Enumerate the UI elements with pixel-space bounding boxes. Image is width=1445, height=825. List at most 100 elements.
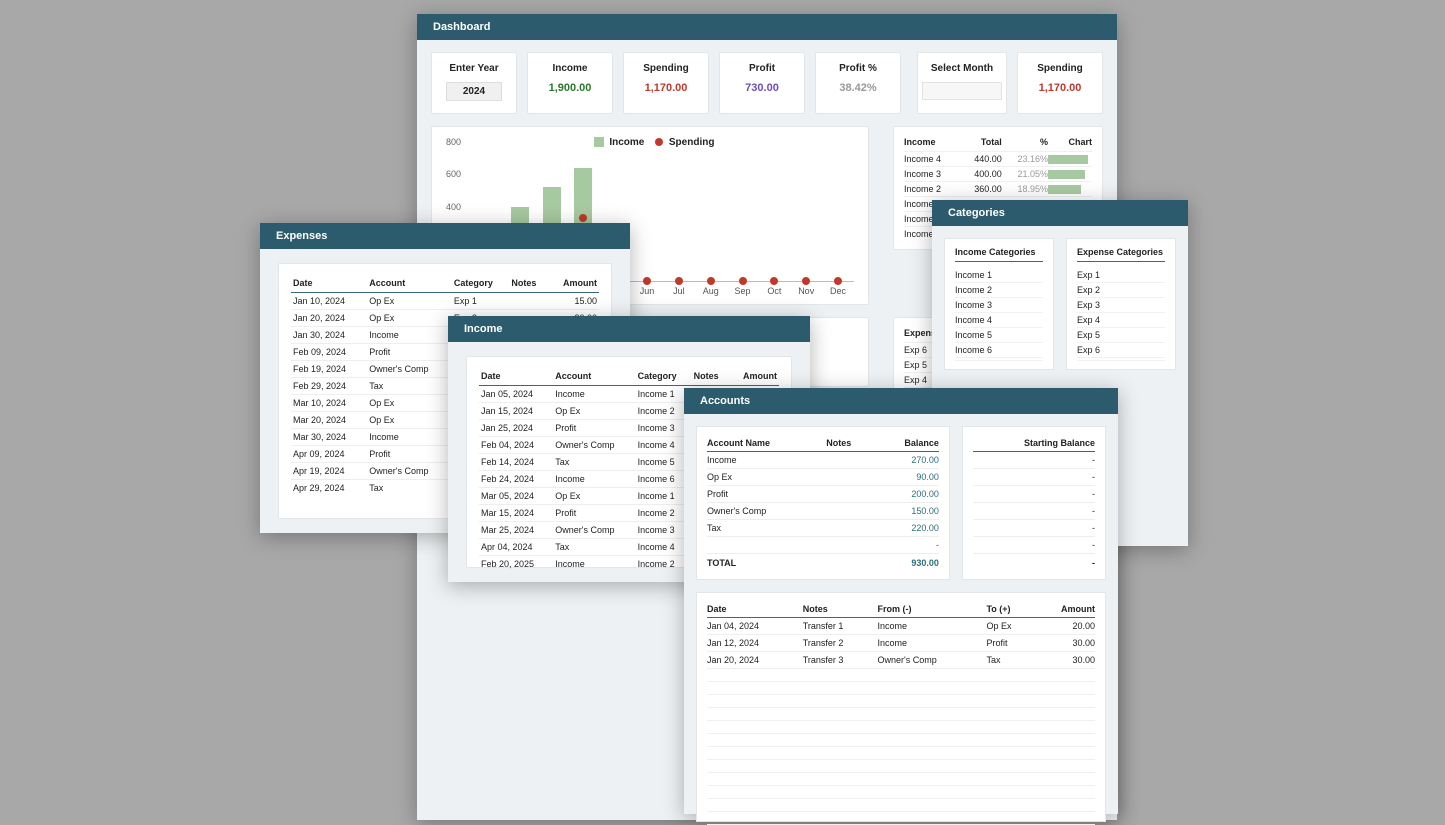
expense-row[interactable]: Jan 10, 2024Op ExExp 115.00 (291, 293, 599, 310)
cell-from: Owner's Comp (878, 652, 987, 669)
bal-col-balance: Balance (874, 435, 939, 452)
kpi-month-label: Select Month (922, 63, 1002, 74)
transfer-row-empty[interactable] (707, 708, 1095, 721)
accounts-top-row: Account Name Notes Balance Income270.00O… (696, 426, 1106, 580)
starting-balance-row[interactable]: - (973, 452, 1095, 469)
balance-row[interactable]: Op Ex90.00 (707, 469, 939, 486)
cell-account: Income (553, 471, 635, 488)
income-category-item[interactable]: Income 5 (955, 328, 1043, 343)
income-category-item[interactable]: Income 4 (955, 313, 1043, 328)
accounts-body: Account Name Notes Balance Income270.00O… (684, 414, 1118, 814)
starting-balance-row[interactable]: - (973, 503, 1095, 520)
cell-account: Profit (553, 505, 635, 522)
cell-from: Income (878, 635, 987, 652)
cell-date: Mar 20, 2024 (291, 412, 367, 429)
cell-date: Feb 09, 2024 (291, 344, 367, 361)
cell-account: Income (367, 327, 452, 344)
cell-notes (826, 537, 873, 554)
expense-category-item[interactable]: Exp 6 (1077, 343, 1165, 358)
cell-name: Income 4 (904, 152, 960, 167)
balance-row[interactable]: Tax220.00 (707, 520, 939, 537)
start-balance-header: Starting Balance (973, 435, 1095, 452)
cell-notes (509, 293, 548, 310)
cell-date: Feb 14, 2024 (479, 454, 553, 471)
cell-account: Tax (553, 539, 635, 556)
transfer-row[interactable]: Jan 12, 2024Transfer 2IncomeProfit30.00 (707, 635, 1095, 652)
cell-name (707, 537, 826, 554)
transfer-row-empty[interactable] (707, 669, 1095, 682)
starting-balance-row[interactable]: - (973, 537, 1095, 554)
cell-account: Op Ex (367, 395, 452, 412)
transfer-row[interactable]: Jan 20, 2024Transfer 3Owner's CompTax30.… (707, 652, 1095, 669)
expense-category-item[interactable]: Exp 2 (1077, 283, 1165, 298)
transfer-row-empty[interactable] (707, 799, 1095, 812)
chart-dot (739, 277, 747, 285)
exp-col-date: Date (291, 274, 367, 293)
accounts-panel: Accounts Account Name Notes Balance Inco… (684, 388, 1118, 814)
cell-date: Apr 19, 2024 (291, 463, 367, 480)
balance-row[interactable]: Profit200.00 (707, 486, 939, 503)
exp-col-account: Account (367, 274, 452, 293)
cell: - (973, 452, 1095, 469)
income-category-item[interactable]: Income 2 (955, 283, 1043, 298)
cell-name: Op Ex (707, 469, 826, 486)
dashboard-title: Dashboard (417, 14, 1117, 40)
transfer-row-empty[interactable] (707, 747, 1095, 760)
cell-notes: Transfer 3 (803, 652, 878, 669)
expense-category-item[interactable]: Exp 4 (1077, 313, 1165, 328)
income-breakdown-row[interactable]: Income 4440.0023.16% (904, 152, 1092, 167)
legend-spending-label: Spending (669, 137, 715, 148)
inc-col-amount: Amount (729, 367, 779, 386)
inc-col-category: Category (636, 367, 692, 386)
income-breakdown-row[interactable]: Income 3400.0021.05% (904, 167, 1092, 182)
bal-col-notes: Notes (826, 435, 873, 452)
col-income: Income (904, 135, 960, 152)
kpi-spending2-value: 1,170.00 (1022, 82, 1098, 94)
month-select[interactable] (922, 82, 1002, 100)
transfer-row-empty[interactable] (707, 786, 1095, 799)
cell-amount: 30.00 (1032, 635, 1095, 652)
balance-row[interactable]: - (707, 537, 939, 554)
transfer-row-empty[interactable] (707, 812, 1095, 825)
transfer-row-empty[interactable] (707, 721, 1095, 734)
balance-row[interactable]: Income270.00 (707, 452, 939, 469)
starting-balance-row[interactable]: - (973, 469, 1095, 486)
cell-account: Tax (367, 480, 452, 497)
year-input[interactable]: 2024 (446, 82, 502, 101)
expense-category-item[interactable]: Exp 3 (1077, 298, 1165, 313)
categories-title: Categories (932, 200, 1188, 226)
cell: - (973, 537, 1095, 554)
transfer-row-empty[interactable] (707, 760, 1095, 773)
transfer-row-empty[interactable] (707, 773, 1095, 786)
cell-name: Income 2 (904, 182, 960, 197)
chart-dot (770, 277, 778, 285)
transfer-row[interactable]: Jan 04, 2024Transfer 1IncomeOp Ex20.00 (707, 618, 1095, 635)
x-tick: Oct (758, 286, 790, 296)
income-breakdown-row[interactable]: Income 2360.0018.95% (904, 182, 1092, 197)
income-category-item[interactable]: Income 6 (955, 343, 1043, 358)
expense-category-item[interactable]: Exp 5 (1077, 328, 1165, 343)
transfer-row-empty[interactable] (707, 682, 1095, 695)
chart-dot (834, 277, 842, 285)
x-tick: Dec (822, 286, 854, 296)
income-category-item[interactable]: Income 3 (955, 298, 1043, 313)
cell-total: 400.00 (960, 167, 1002, 182)
starting-balance-row[interactable]: - (973, 520, 1095, 537)
total-value: 930.00 (874, 554, 939, 572)
cell-name: Tax (707, 520, 826, 537)
kpi-income-label: Income (532, 63, 608, 74)
income-category-item[interactable]: Income 1 (955, 268, 1043, 283)
transfer-row-empty[interactable] (707, 695, 1095, 708)
cell-date: Jan 10, 2024 (291, 293, 367, 310)
transfers-card: Date Notes From (-) To (+) Amount Jan 04… (696, 592, 1106, 822)
expense-category-item[interactable]: Exp 1 (1077, 268, 1165, 283)
cell-total: 440.00 (960, 152, 1002, 167)
kpi-profit-value: 730.00 (724, 82, 800, 94)
transfer-row-empty[interactable] (707, 734, 1095, 747)
cell-date: Jan 12, 2024 (707, 635, 803, 652)
balance-row[interactable]: Owner's Comp150.00 (707, 503, 939, 520)
starting-balance-row[interactable]: - (973, 486, 1095, 503)
expenses-title: Expenses (260, 223, 630, 249)
cell-account: Profit (553, 420, 635, 437)
cell-account: Owner's Comp (553, 437, 635, 454)
